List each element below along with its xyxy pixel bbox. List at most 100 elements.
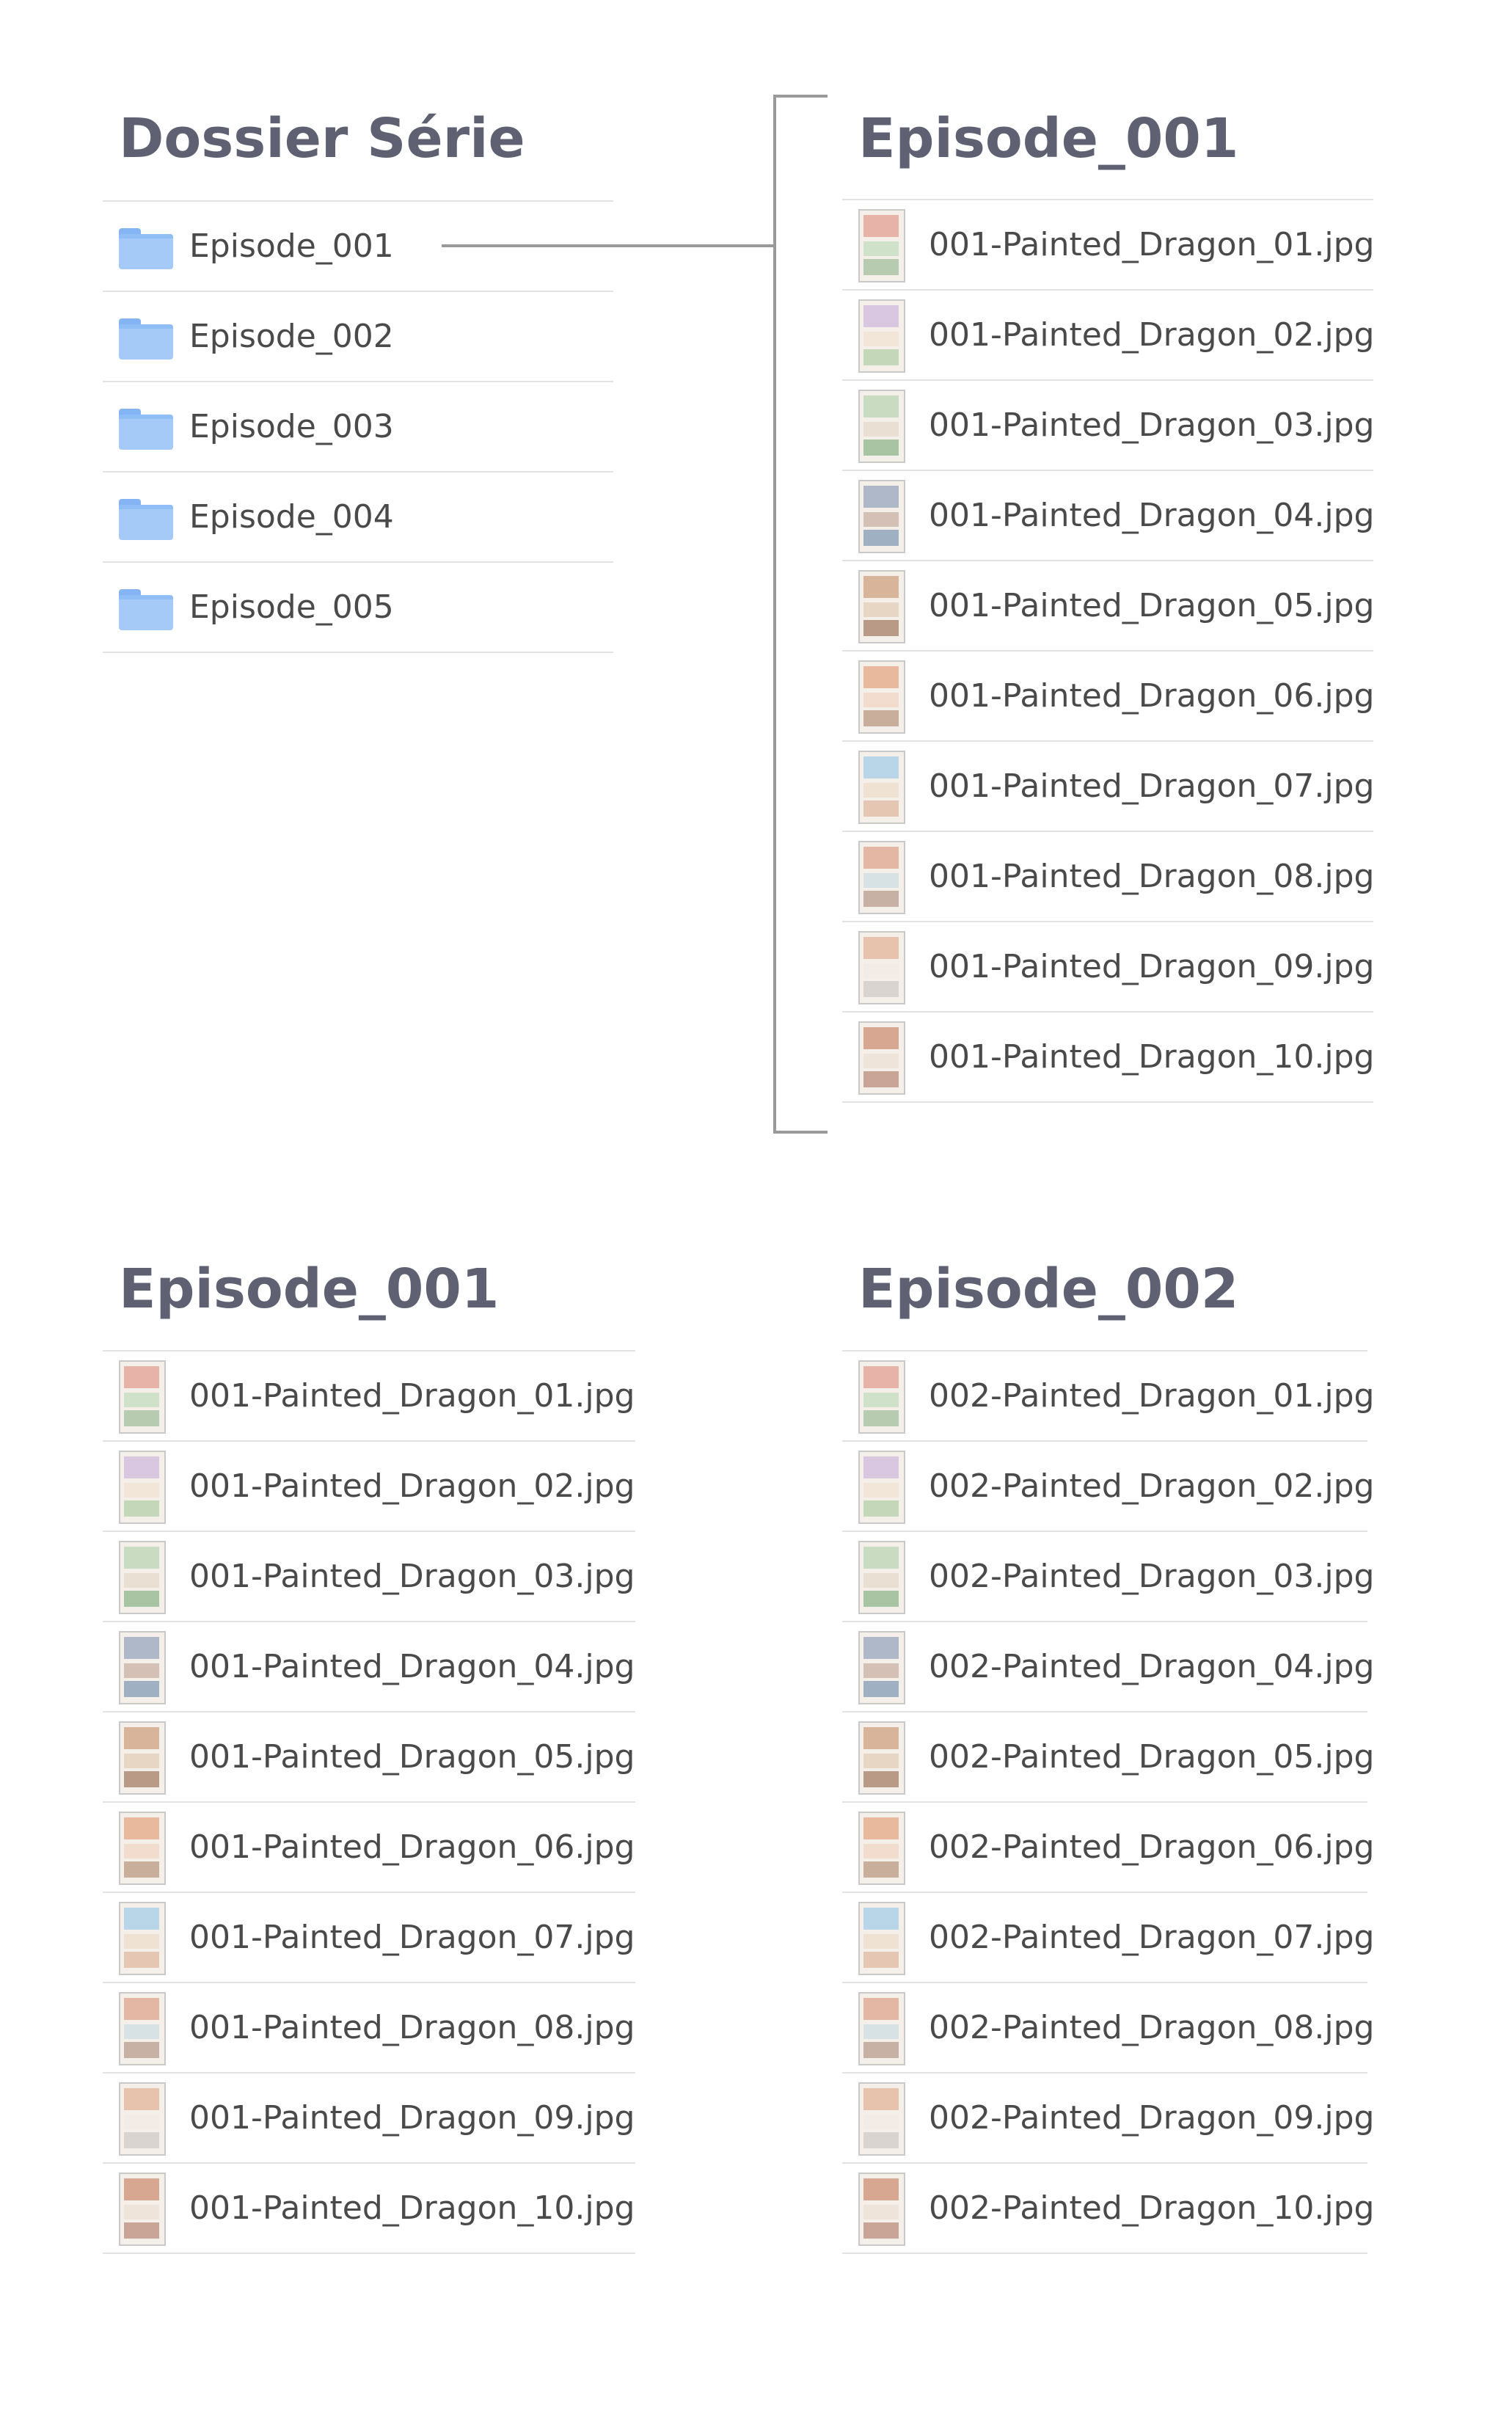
image-thumbnail-icon xyxy=(858,1902,905,1975)
image-thumbnail-icon xyxy=(119,2173,166,2246)
image-thumbnail-icon xyxy=(858,2082,905,2156)
file-row[interactable]: 002-Painted_Dragon_08.jpg xyxy=(842,1983,1374,2073)
image-thumbnail-icon xyxy=(858,1021,905,1095)
file-row[interactable]: 002-Painted_Dragon_07.jpg xyxy=(842,1893,1374,1983)
file-label: 001-Painted_Dragon_01.jpg xyxy=(189,1377,635,1415)
file-row[interactable]: 002-Painted_Dragon_03.jpg xyxy=(842,1532,1374,1622)
folder-label: Episode_002 xyxy=(189,318,394,355)
folder-label: Episode_001 xyxy=(189,227,394,265)
folder-row[interactable]: Episode_005 xyxy=(103,563,613,653)
folder-row[interactable]: Episode_003 xyxy=(103,382,613,473)
file-row[interactable]: 001-Painted_Dragon_03.jpg xyxy=(842,381,1375,471)
file-label: 001-Painted_Dragon_06.jpg xyxy=(189,1828,635,1866)
series-folder-title: Dossier Série xyxy=(119,107,525,170)
file-row[interactable]: 001-Painted_Dragon_04.jpg xyxy=(842,471,1375,561)
episode-bottom-right-file-list: 002-Painted_Dragon_01.jpg 002-Painted_Dra… xyxy=(842,1350,1374,2254)
connector-line xyxy=(442,244,776,247)
image-thumbnail-icon xyxy=(858,1541,905,1614)
file-label: 001-Painted_Dragon_05.jpg xyxy=(189,1738,635,1776)
file-label: 001-Painted_Dragon_07.jpg xyxy=(929,767,1375,805)
file-row[interactable]: 002-Painted_Dragon_02.jpg xyxy=(842,1442,1374,1532)
file-row[interactable]: 001-Painted_Dragon_06.jpg xyxy=(103,1803,635,1893)
folder-icon xyxy=(119,228,173,269)
bracket-line xyxy=(773,95,828,1134)
file-row[interactable]: 001-Painted_Dragon_05.jpg xyxy=(842,561,1375,652)
file-label: 001-Painted_Dragon_06.jpg xyxy=(929,677,1375,715)
file-row[interactable]: 002-Painted_Dragon_05.jpg xyxy=(842,1712,1374,1803)
episode-bottom-left-title: Episode_001 xyxy=(119,1258,500,1321)
file-label: 002-Painted_Dragon_02.jpg xyxy=(929,1467,1375,1505)
image-thumbnail-icon xyxy=(858,660,905,734)
file-label: 001-Painted_Dragon_09.jpg xyxy=(189,2099,635,2137)
folder-label: Episode_003 xyxy=(189,408,394,445)
folder-icon xyxy=(119,499,173,540)
file-row[interactable]: 001-Painted_Dragon_01.jpg xyxy=(103,1352,635,1442)
folder-icon xyxy=(119,318,173,360)
image-thumbnail-icon xyxy=(119,1631,166,1704)
folder-icon xyxy=(119,589,173,630)
image-thumbnail-icon xyxy=(119,1812,166,1885)
file-label: 001-Painted_Dragon_10.jpg xyxy=(189,2189,635,2227)
file-row[interactable]: 001-Painted_Dragon_07.jpg xyxy=(842,742,1375,832)
file-row[interactable]: 001-Painted_Dragon_09.jpg xyxy=(103,2073,635,2164)
file-row[interactable]: 001-Painted_Dragon_02.jpg xyxy=(842,291,1375,381)
file-label: 001-Painted_Dragon_03.jpg xyxy=(189,1558,635,1595)
file-row[interactable]: 001-Painted_Dragon_02.jpg xyxy=(103,1442,635,1532)
file-row[interactable]: 002-Painted_Dragon_01.jpg xyxy=(842,1352,1374,1442)
series-folder-panel: Dossier Série Episode_001 Episode_002 Epis… xyxy=(103,112,613,669)
file-row[interactable]: 002-Painted_Dragon_09.jpg xyxy=(842,2073,1374,2164)
file-row[interactable]: 001-Painted_Dragon_10.jpg xyxy=(842,1013,1375,1103)
episode-top-title: Episode_001 xyxy=(858,107,1239,170)
image-thumbnail-icon xyxy=(858,480,905,553)
file-label: 002-Painted_Dragon_04.jpg xyxy=(929,1648,1375,1685)
image-thumbnail-icon xyxy=(858,1631,905,1704)
file-label: 001-Painted_Dragon_08.jpg xyxy=(929,858,1375,895)
image-thumbnail-icon xyxy=(119,1992,166,2065)
image-thumbnail-icon xyxy=(858,1360,905,1434)
file-label: 001-Painted_Dragon_05.jpg xyxy=(929,587,1375,624)
image-thumbnail-icon xyxy=(858,751,905,824)
file-row[interactable]: 002-Painted_Dragon_06.jpg xyxy=(842,1803,1374,1893)
file-label: 001-Painted_Dragon_04.jpg xyxy=(929,497,1375,534)
episode-bottom-right-title: Episode_002 xyxy=(858,1258,1239,1321)
image-thumbnail-icon xyxy=(858,841,905,914)
file-row[interactable]: 001-Painted_Dragon_01.jpg xyxy=(842,200,1375,291)
file-label: 002-Painted_Dragon_05.jpg xyxy=(929,1738,1375,1776)
file-label: 001-Painted_Dragon_02.jpg xyxy=(929,316,1375,354)
episode-bottom-left-panel: Episode_001 001-Painted_Dragon_01.jpg 001… xyxy=(103,1262,635,2260)
file-label: 002-Painted_Dragon_08.jpg xyxy=(929,2009,1375,2046)
image-thumbnail-icon xyxy=(119,1360,166,1434)
image-thumbnail-icon xyxy=(858,2173,905,2246)
file-label: 001-Painted_Dragon_01.jpg xyxy=(929,226,1375,263)
file-row[interactable]: 001-Painted_Dragon_10.jpg xyxy=(103,2164,635,2254)
image-thumbnail-icon xyxy=(119,1451,166,1524)
file-label: 001-Painted_Dragon_03.jpg xyxy=(929,406,1375,444)
file-row[interactable]: 002-Painted_Dragon_04.jpg xyxy=(842,1622,1374,1712)
file-row[interactable]: 001-Painted_Dragon_04.jpg xyxy=(103,1622,635,1712)
folder-row[interactable]: Episode_004 xyxy=(103,473,613,563)
file-label: 002-Painted_Dragon_03.jpg xyxy=(929,1558,1375,1595)
file-row[interactable]: 001-Painted_Dragon_08.jpg xyxy=(103,1983,635,2073)
file-row[interactable]: 001-Painted_Dragon_09.jpg xyxy=(842,922,1375,1013)
file-label: 002-Painted_Dragon_09.jpg xyxy=(929,2099,1375,2137)
file-row[interactable]: 001-Painted_Dragon_06.jpg xyxy=(842,652,1375,742)
file-row[interactable]: 002-Painted_Dragon_10.jpg xyxy=(842,2164,1374,2254)
image-thumbnail-icon xyxy=(858,299,905,373)
file-row[interactable]: 001-Painted_Dragon_03.jpg xyxy=(103,1532,635,1622)
image-thumbnail-icon xyxy=(858,1451,905,1524)
folder-label: Episode_005 xyxy=(189,588,394,626)
file-row[interactable]: 001-Painted_Dragon_08.jpg xyxy=(842,832,1375,922)
file-label: 001-Painted_Dragon_10.jpg xyxy=(929,1038,1375,1076)
file-row[interactable]: 001-Painted_Dragon_07.jpg xyxy=(103,1893,635,1983)
folder-row[interactable]: Episode_002 xyxy=(103,292,613,382)
folder-label: Episode_004 xyxy=(189,498,394,536)
image-thumbnail-icon xyxy=(858,931,905,1004)
file-label: 002-Painted_Dragon_10.jpg xyxy=(929,2189,1375,2227)
image-thumbnail-icon xyxy=(858,390,905,463)
image-thumbnail-icon xyxy=(119,1541,166,1614)
file-row[interactable]: 001-Painted_Dragon_05.jpg xyxy=(103,1712,635,1803)
file-label: 001-Painted_Dragon_04.jpg xyxy=(189,1648,635,1685)
image-thumbnail-icon xyxy=(119,1721,166,1795)
image-thumbnail-icon xyxy=(858,1812,905,1885)
file-label: 001-Painted_Dragon_09.jpg xyxy=(929,948,1375,985)
